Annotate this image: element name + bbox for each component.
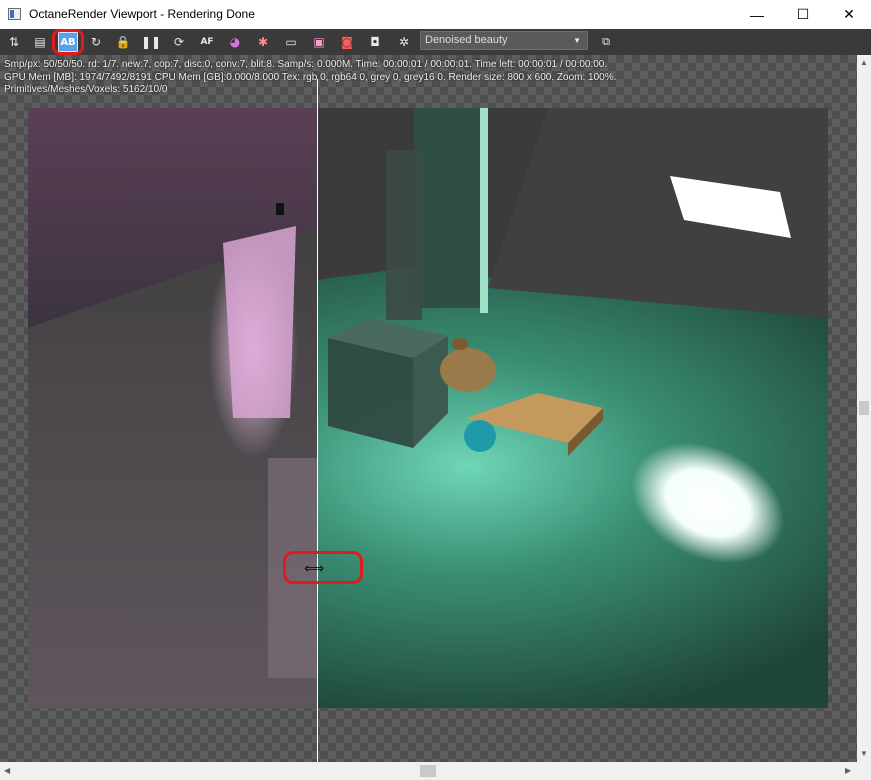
render-stats: Smp/px: 50/50/50. rd: 1/7. new:7, cop:7,… [4, 59, 616, 97]
settings-icon[interactable]: ✲ [394, 32, 414, 52]
window-title: OctaneRender Viewport - Rendering Done [29, 7, 255, 21]
material-picker-icon[interactable]: ✱ [253, 32, 273, 52]
close-button[interactable]: ✕ [826, 0, 871, 29]
rendered-scene [28, 108, 828, 708]
minimize-button[interactable]: — [734, 0, 780, 29]
restart-icon[interactable]: ↻ [86, 32, 106, 52]
title-bar: OctaneRender Viewport - Rendering Done —… [0, 0, 871, 29]
clipboard-icon[interactable]: ▤ [30, 32, 50, 52]
ab-button-highlight [52, 29, 84, 55]
ab-compare-divider[interactable] [317, 79, 318, 762]
region-render-icon[interactable]: ▭ [281, 32, 301, 52]
vertical-scroll-thumb[interactable] [859, 401, 869, 415]
import-icon[interactable]: ⇅ [4, 32, 24, 52]
scroll-right-icon[interactable]: ▶ [845, 766, 851, 775]
stats-line-memory: GPU Mem [MB]: 1974/7492/8191 CPU Mem [GB… [4, 71, 617, 83]
vertical-scrollbar[interactable]: ▲ ▼ [857, 55, 871, 762]
horizontal-scrollbar[interactable]: ◀ ▶ [0, 762, 871, 780]
maximize-button[interactable]: ☐ [780, 0, 826, 29]
scroll-up-icon[interactable]: ▲ [860, 58, 868, 67]
stats-line-samples: Smp/px: 50/50/50. rd: 1/7. new:7, cop:7,… [4, 59, 608, 70]
scroll-down-icon[interactable]: ▼ [860, 749, 868, 758]
export-icon[interactable]: ⧉ [596, 32, 616, 52]
camera-icon[interactable]: ◙ [337, 32, 357, 52]
render-pass-select[interactable]: Denoised beauty ▼ [420, 31, 588, 50]
focus-picker-icon[interactable]: AF [197, 32, 217, 52]
stats-line-primitives: Primitives/Meshes/Voxels: 5162/10/0 [4, 84, 168, 95]
lock-icon[interactable]: 🔒 [113, 32, 133, 52]
horizontal-scroll-thumb[interactable] [420, 765, 436, 777]
refresh-icon[interactable]: ⟳ [169, 32, 189, 52]
divider-handle-highlight [283, 551, 363, 584]
render-image [28, 108, 828, 708]
film-region-icon[interactable]: ▣ [309, 32, 329, 52]
scroll-left-icon[interactable]: ◀ [4, 766, 10, 775]
noisy-render-half [28, 108, 317, 708]
render-viewport[interactable]: Smp/px: 50/50/50. rd: 1/7. new:7, cop:7,… [0, 55, 857, 762]
camera-save-icon[interactable]: ◘ [365, 32, 385, 52]
color-picker-icon[interactable]: ◕ [225, 32, 245, 52]
app-window-icon [8, 8, 21, 20]
pause-icon[interactable]: ❚❚ [141, 32, 161, 52]
chevron-down-icon: ▼ [573, 36, 581, 45]
render-pass-value: Denoised beauty [425, 34, 508, 46]
